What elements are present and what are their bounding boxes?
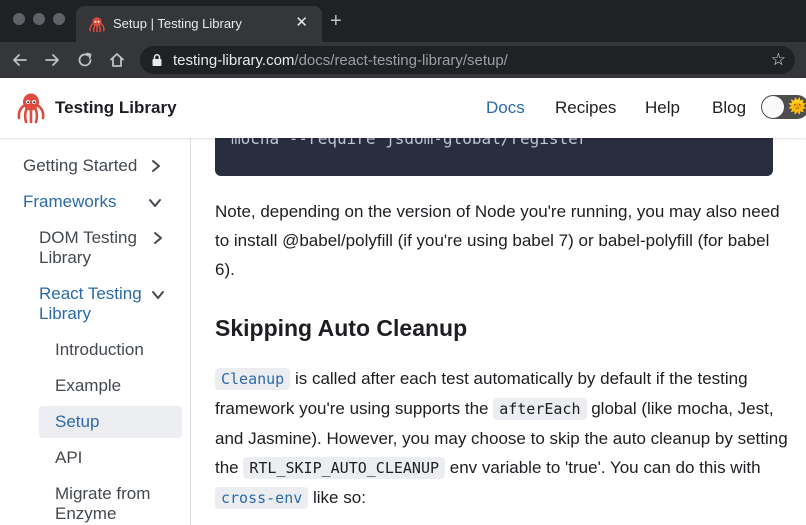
cleanup-link[interactable]: Cleanup (215, 368, 291, 390)
code-block: mocha --require jsdom-global/register (215, 138, 773, 176)
toggle-knob (762, 96, 784, 118)
browser-toolbar: testing-library.com/docs/react-testing-l… (0, 42, 806, 78)
sidebar-item-frameworks[interactable]: Frameworks (23, 192, 117, 212)
browser-tab-bar: Setup | Testing Library ✕ + (0, 0, 806, 42)
chevron-down-icon[interactable] (151, 288, 165, 302)
nav-docs[interactable]: Docs (486, 98, 525, 118)
site-header: Testing Library Docs Recipes Help Blog 🌞 (0, 78, 806, 138)
env-var-code: RTL_SKIP_AUTO_CLEANUP (243, 457, 446, 479)
chevron-right-icon[interactable] (149, 159, 163, 173)
paragraph-text-4: like so: (308, 488, 366, 507)
nav-blog[interactable]: Blog (712, 98, 746, 118)
url-text: testing-library.com/docs/react-testing-l… (173, 52, 508, 69)
nav-recipes[interactable]: Recipes (555, 98, 616, 118)
url-path: /docs/react-testing-library/setup/ (294, 52, 508, 69)
sidebar-item-react-testing-line1[interactable]: React Testing (39, 284, 142, 304)
star-icon[interactable]: ☆ (771, 50, 786, 70)
sidebar-item-migrate-line2[interactable]: Enzyme (55, 504, 116, 524)
sidebar-item-introduction[interactable]: Introduction (55, 340, 144, 360)
chevron-right-icon[interactable] (151, 231, 165, 245)
sidebar-item-api[interactable]: API (55, 448, 82, 468)
docs-sidebar: Getting Started Frameworks DOM Testing L… (0, 138, 191, 525)
new-tab-button[interactable]: + (330, 11, 342, 31)
tab-title: Setup | Testing Library (113, 16, 242, 31)
browser-tab[interactable]: Setup | Testing Library ✕ (76, 6, 322, 42)
paragraph-text-3: env variable to 'true'. You can do this … (445, 458, 761, 477)
url-host: testing-library.com (173, 52, 295, 69)
code-line: mocha --require jsdom-global/register (231, 138, 588, 148)
lock-icon (152, 54, 162, 66)
cross-env-link[interactable]: cross-env (215, 487, 309, 509)
tab-close-icon[interactable]: ✕ (295, 14, 308, 32)
sun-icon: 🌞 (788, 98, 806, 115)
octopus-favicon-icon (89, 17, 105, 33)
brand-link[interactable]: Testing Library (16, 92, 177, 124)
sidebar-item-setup[interactable]: Setup (55, 412, 99, 432)
nav-help[interactable]: Help (645, 98, 680, 118)
sidebar-item-migrate-line1[interactable]: Migrate from (55, 484, 150, 504)
dark-mode-toggle[interactable]: 🌞 (761, 95, 806, 119)
doc-content: mocha --require jsdom-global/register No… (191, 138, 806, 525)
brand-name: Testing Library (55, 98, 177, 117)
window-minimize-dot[interactable] (33, 13, 45, 25)
reload-icon[interactable] (75, 50, 95, 70)
octopus-logo-icon (17, 93, 45, 124)
after-each-code: afterEach (493, 398, 587, 420)
cleanup-paragraph: Cleanup is called after each test automa… (215, 364, 790, 513)
back-arrow-icon[interactable] (10, 50, 30, 70)
home-icon[interactable] (107, 50, 127, 70)
window-close-dot[interactable] (13, 13, 25, 25)
sidebar-item-dom-testing-line1[interactable]: DOM Testing (39, 228, 137, 248)
sidebar-item-getting-started[interactable]: Getting Started (23, 156, 137, 176)
chevron-down-icon[interactable] (148, 196, 162, 210)
note-paragraph: Note, depending on the version of Node y… (215, 202, 780, 279)
section-heading: Skipping Auto Cleanup (215, 315, 468, 341)
sidebar-item-dom-testing-line2[interactable]: Library (39, 248, 91, 268)
sidebar-item-example[interactable]: Example (55, 376, 121, 396)
sidebar-item-react-testing-line2[interactable]: Library (39, 304, 91, 324)
forward-arrow-icon[interactable] (42, 50, 62, 70)
window-zoom-dot[interactable] (53, 13, 65, 25)
address-bar[interactable]: testing-library.com/docs/react-testing-l… (140, 46, 795, 74)
